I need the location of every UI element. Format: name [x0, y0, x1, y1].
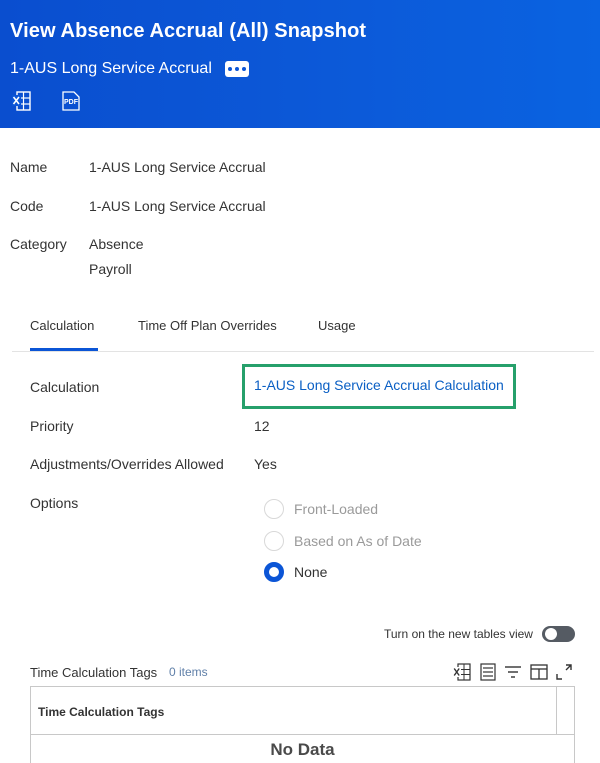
priority-label: Priority	[30, 418, 74, 434]
category-label: Category	[10, 236, 67, 252]
code-label: Code	[10, 198, 44, 214]
options-label: Options	[30, 495, 79, 511]
option-label: Based on As of Date	[294, 533, 422, 549]
tab-bar: Calculation Time Off Plan Overrides Usag…	[12, 304, 594, 352]
page-subtitle: 1-AUS Long Service Accrual	[10, 60, 212, 77]
toggle-knob	[544, 628, 557, 640]
columns-icon[interactable]	[529, 662, 549, 682]
grid-item-count: 0 items	[169, 665, 208, 679]
name-label: Name	[10, 159, 48, 175]
fullscreen-icon[interactable]	[554, 662, 574, 682]
active-tab-indicator	[30, 348, 98, 351]
column-header[interactable]: Time Calculation Tags	[38, 705, 164, 719]
dot-icon	[235, 67, 239, 71]
grid-title: Time Calculation Tags	[30, 665, 158, 680]
option-label: None	[294, 564, 328, 580]
excel-export-icon[interactable]	[452, 662, 472, 682]
adjustments-label: Adjustments/Overrides Allowed	[30, 456, 224, 472]
code-value: 1-AUS Long Service Accrual	[89, 198, 266, 214]
new-tables-toggle[interactable]	[541, 626, 575, 642]
empty-state-text: No Data	[270, 740, 335, 759]
tab-usage[interactable]: Usage	[318, 318, 356, 333]
pdf-export-icon[interactable]: PDF	[60, 90, 82, 112]
column-divider	[556, 687, 557, 735]
related-actions-button[interactable]	[225, 61, 249, 77]
pdf-label: PDF	[64, 99, 79, 106]
new-tables-toggle-row: Turn on the new tables view	[384, 626, 575, 642]
dot-icon	[242, 67, 246, 71]
grid-header-row: Time Calculation Tags	[31, 687, 574, 735]
calculation-label: Calculation	[30, 379, 100, 395]
radio-button[interactable]	[264, 531, 284, 551]
option-based-on-as-of-date[interactable]: Based on As of Date	[264, 531, 422, 551]
calculation-link[interactable]: 1-AUS Long Service Accrual Calculation	[254, 377, 504, 393]
excel-export-icon[interactable]	[11, 90, 33, 112]
tab-calculation[interactable]: Calculation	[30, 318, 94, 333]
tab-time-off-plan-overrides[interactable]: Time Off Plan Overrides	[138, 318, 277, 333]
radio-button[interactable]	[264, 499, 284, 519]
page-header: View Absence Accrual (All) Snapshot 1-AU…	[0, 0, 600, 128]
new-tables-toggle-label: Turn on the new tables view	[384, 627, 533, 641]
adjustments-value: Yes	[254, 456, 277, 472]
grid-view-icon[interactable]	[478, 662, 498, 682]
time-calculation-tags-grid: Time Calculation Tags No Data	[30, 686, 575, 763]
radio-button-selected[interactable]	[264, 562, 284, 582]
option-front-loaded[interactable]: Front-Loaded	[264, 499, 378, 519]
priority-value: 12	[254, 418, 270, 434]
filter-icon[interactable]	[503, 662, 523, 682]
option-label: Front-Loaded	[294, 501, 379, 517]
name-value: 1-AUS Long Service Accrual	[89, 159, 266, 175]
dot-icon	[228, 67, 232, 71]
option-none[interactable]: None	[264, 562, 327, 582]
category-value-absence: Absence	[89, 236, 144, 252]
page-title: View Absence Accrual (All) Snapshot	[10, 20, 367, 42]
category-value-payroll: Payroll	[89, 261, 132, 277]
